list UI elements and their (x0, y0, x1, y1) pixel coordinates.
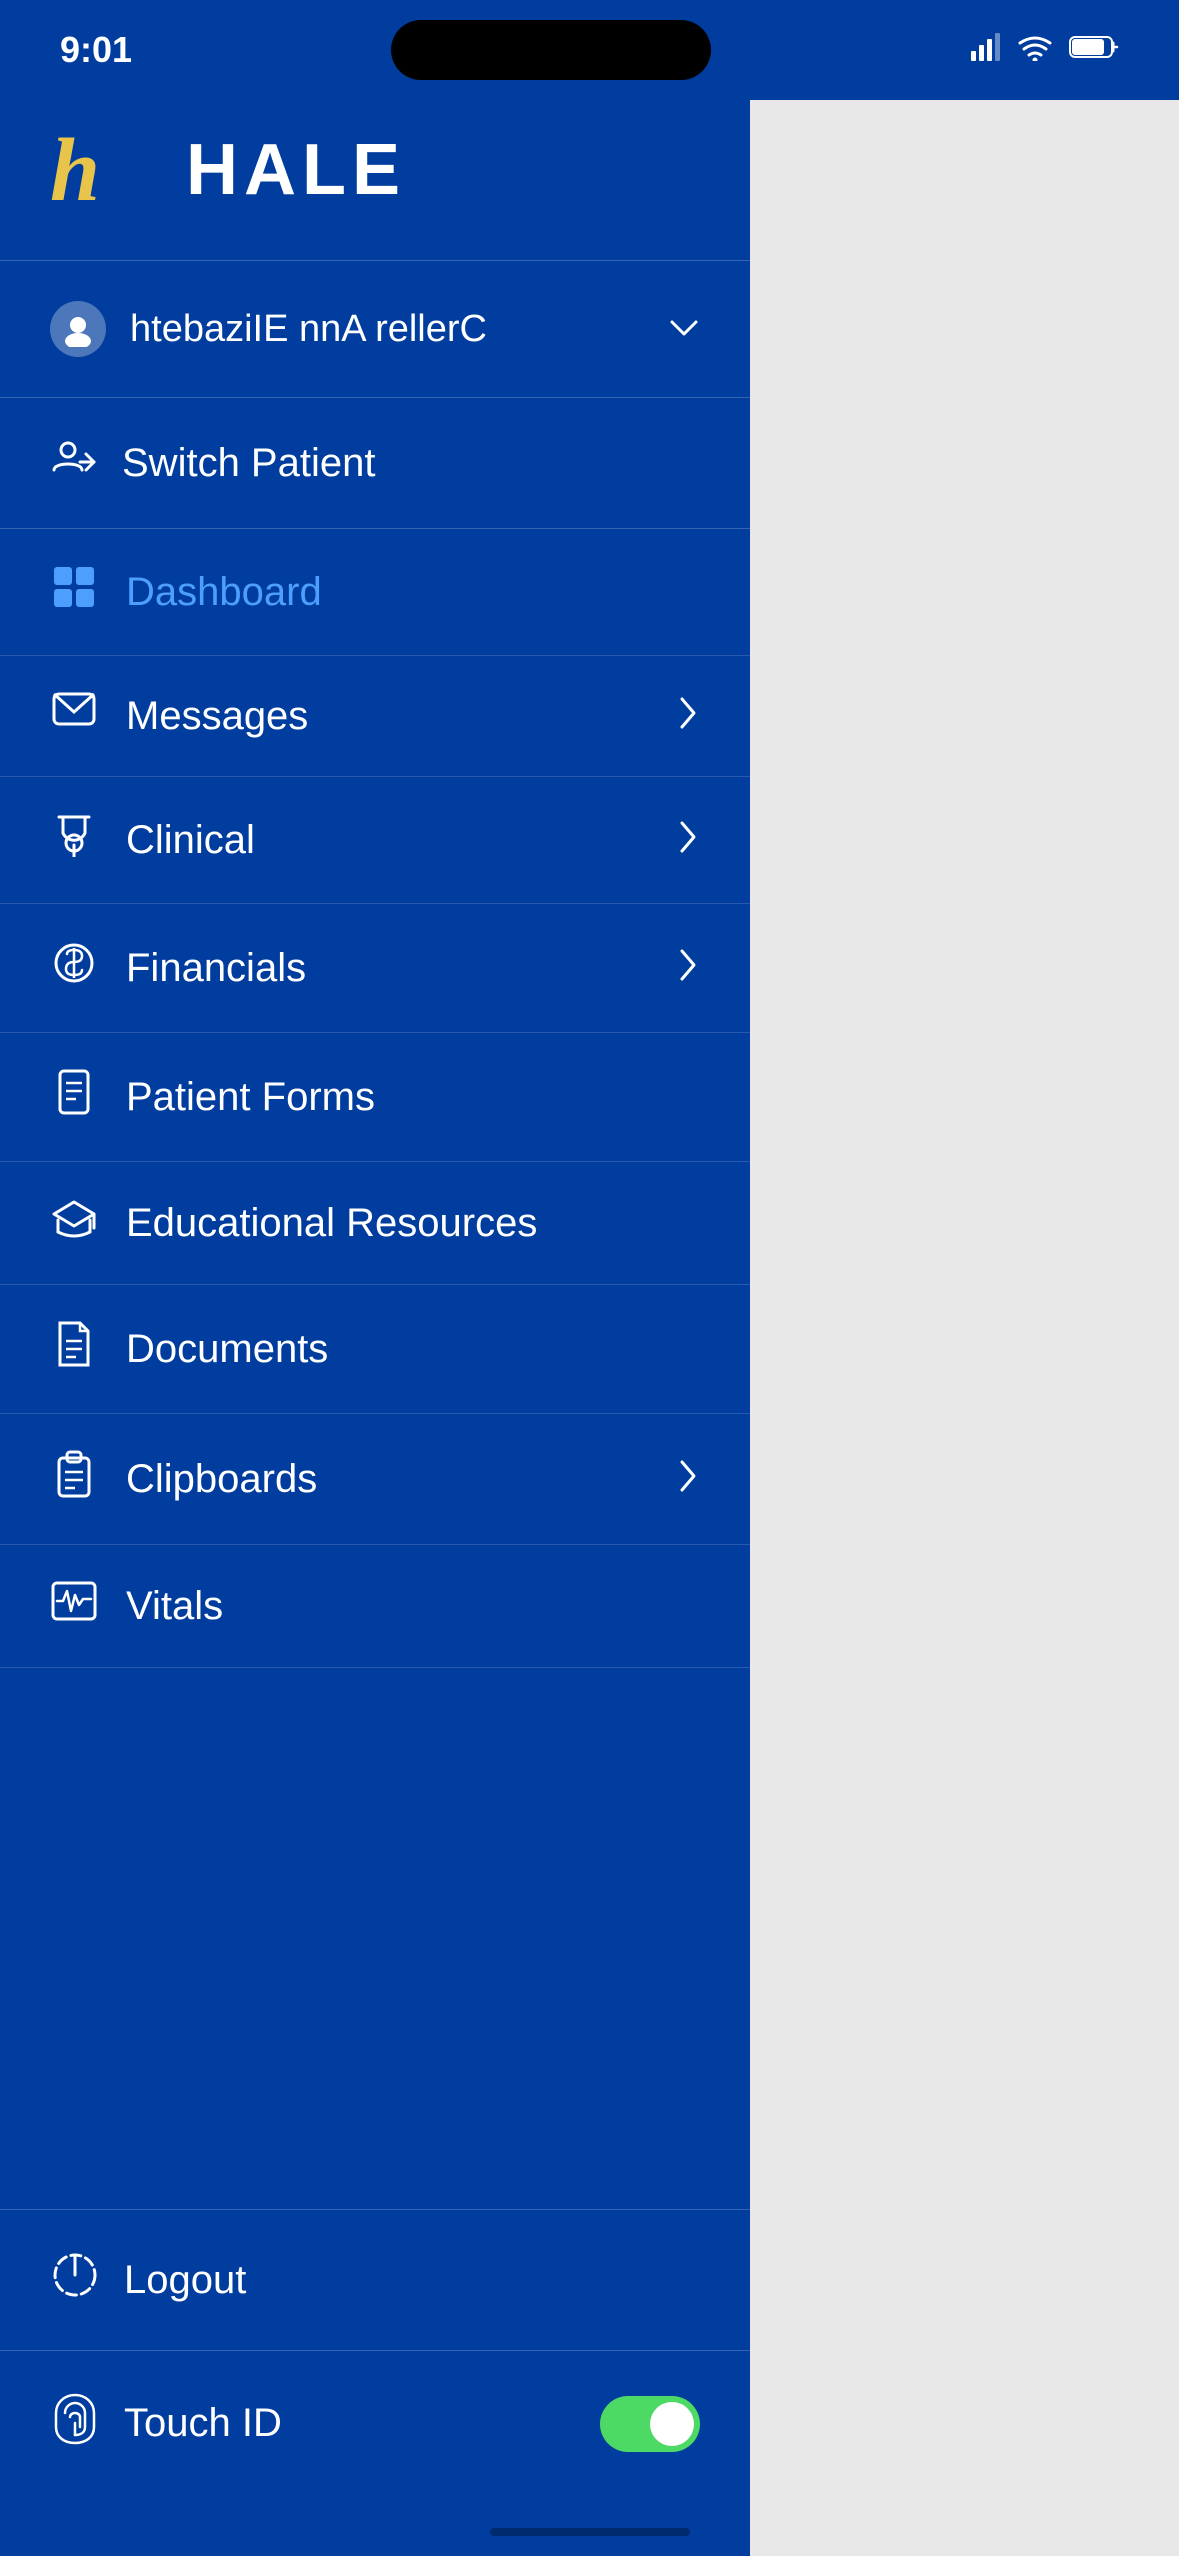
touch-id-toggle[interactable] (600, 2396, 700, 2452)
sidebar: h HALE htebaziIE nnA rellerC (0, 0, 750, 2556)
educational-resources-label: Educational Resources (126, 1201, 537, 1246)
status-time: 9:01 (60, 29, 132, 71)
nav-list: Dashboard Messages (0, 529, 750, 1668)
messages-chevron-icon (676, 693, 700, 740)
logout-label: Logout (124, 2258, 246, 2303)
status-bar: 9:01 (0, 0, 1179, 100)
user-info: htebaziIE nnA rellerC (50, 301, 487, 357)
financials-label: Financials (126, 946, 306, 991)
sidebar-bottom: Logout Touch ID (0, 2209, 750, 2496)
dashboard-label: Dashboard (126, 570, 322, 615)
messages-label: Messages (126, 694, 308, 739)
logout-icon (50, 2250, 100, 2310)
patient-forms-label: Patient Forms (126, 1075, 375, 1120)
sidebar-item-clinical[interactable]: Clinical (0, 777, 750, 904)
user-chevron-icon (668, 313, 700, 345)
documents-label: Documents (126, 1327, 328, 1372)
financials-chevron-icon (676, 945, 700, 992)
touch-id-label: Touch ID (124, 2401, 282, 2446)
vitals-label: Vitals (126, 1584, 223, 1629)
documents-icon (50, 1321, 98, 1377)
user-row[interactable]: htebaziIE nnA rellerC (0, 261, 750, 398)
financials-icon (50, 940, 98, 996)
svg-text:h: h (50, 121, 98, 220)
vitals-icon (50, 1581, 98, 1631)
clipboards-chevron-icon (676, 1456, 700, 1503)
app-logo: h HALE (50, 120, 700, 220)
touch-id-icon (50, 2391, 100, 2456)
patient-forms-icon (50, 1069, 98, 1125)
wifi-icon (1017, 33, 1053, 68)
educational-resources-icon (50, 1198, 98, 1248)
clinical-chevron-icon (676, 817, 700, 864)
switch-patient-icon (50, 434, 98, 492)
touch-id-row: Touch ID (0, 2350, 750, 2496)
clinical-label: Clinical (126, 818, 255, 863)
user-name: htebaziIE nnA rellerC (130, 308, 487, 351)
switch-patient-row[interactable]: Switch Patient (0, 398, 750, 529)
logout-row[interactable]: Logout (0, 2209, 750, 2350)
sidebar-item-vitals[interactable]: Vitals (0, 1545, 750, 1668)
dashboard-icon (50, 565, 98, 619)
clinical-icon (50, 813, 98, 867)
switch-patient-label: Switch Patient (122, 441, 375, 486)
dynamic-island (391, 20, 711, 80)
clipboards-icon (50, 1450, 98, 1508)
sidebar-item-patient-forms[interactable]: Patient Forms (0, 1033, 750, 1162)
user-avatar (50, 301, 106, 357)
sidebar-item-educational-resources[interactable]: Educational Resources (0, 1162, 750, 1285)
messages-icon (50, 692, 98, 740)
clipboards-label: Clipboards (126, 1457, 317, 1502)
sidebar-item-messages[interactable]: Messages (0, 656, 750, 777)
logo-text: HALE (186, 129, 406, 211)
home-indicator (490, 2528, 690, 2536)
sidebar-item-documents[interactable]: Documents (0, 1285, 750, 1414)
sidebar-item-financials[interactable]: Financials (0, 904, 750, 1033)
signal-icon (969, 33, 1001, 68)
battery-icon (1069, 34, 1119, 67)
sidebar-item-clipboards[interactable]: Clipboards (0, 1414, 750, 1545)
status-icons (969, 33, 1119, 68)
sidebar-item-dashboard[interactable]: Dashboard (0, 529, 750, 656)
